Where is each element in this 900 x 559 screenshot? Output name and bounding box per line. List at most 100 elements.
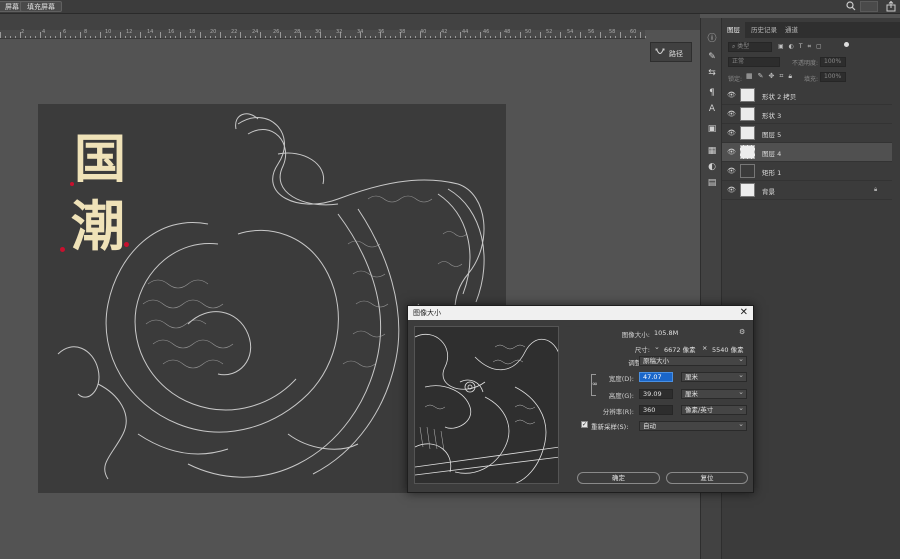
- ruler-tick: [305, 36, 306, 38]
- ruler-label: 34: [357, 29, 364, 35]
- layer-row[interactable]: 👁︎ 形状 2 拷贝: [722, 86, 892, 105]
- tab-layers[interactable]: 图层: [722, 22, 745, 38]
- title-char-1: 国: [73, 129, 126, 190]
- workspace-button[interactable]: [860, 1, 878, 12]
- width-input[interactable]: 47.07: [639, 372, 673, 382]
- layer-row[interactable]: 👁︎ 形状 3: [722, 105, 892, 124]
- resolution-unit-select[interactable]: 像素/英寸: [681, 404, 747, 415]
- height-unit-select[interactable]: 厘米: [681, 388, 747, 399]
- lock-transparent-icon[interactable]: ▦: [746, 72, 753, 81]
- ruler-tick: [180, 32, 181, 38]
- ruler-tick: [465, 36, 466, 38]
- tab-history[interactable]: 历史记录: [746, 22, 782, 38]
- width-unit-select[interactable]: 厘米: [681, 371, 747, 382]
- ruler-tick: [430, 36, 431, 38]
- character-icon[interactable]: A: [704, 102, 720, 116]
- fit-to-select[interactable]: 原稿大小: [639, 355, 747, 366]
- library-icon[interactable]: ▣: [704, 122, 720, 136]
- visibility-eye-icon[interactable]: 👁︎: [727, 148, 736, 156]
- dimensions-label: 尺寸:: [634, 346, 650, 354]
- ruler-tick: [495, 36, 496, 38]
- ruler-label: 50: [525, 29, 532, 35]
- ruler-label: 2: [21, 29, 25, 35]
- layer-name: 形状 2 拷贝: [762, 93, 797, 101]
- layer-kind-filter[interactable]: ⌕ 类型: [728, 42, 772, 52]
- dialog-title-bar[interactable]: 图像大小: [408, 306, 753, 320]
- ruler-tick: [530, 36, 531, 38]
- visibility-eye-icon[interactable]: 👁︎: [727, 110, 736, 118]
- ruler-tick: [500, 32, 501, 38]
- fill-screen-button[interactable]: 填充屏幕: [20, 1, 62, 12]
- ruler-tick: [555, 36, 556, 38]
- layer-name: 矩形 1: [762, 169, 782, 177]
- visibility-eye-icon[interactable]: 👁︎: [727, 167, 736, 175]
- preview-thumbnail[interactable]: [414, 326, 559, 484]
- layer-row[interactable]: 👁︎ 背景 🔒︎: [722, 181, 892, 200]
- close-icon[interactable]: ✕: [740, 306, 748, 320]
- lock-all-icon[interactable]: 🔒︎: [788, 72, 792, 81]
- ruler-tick: [595, 36, 596, 38]
- lock-paint-icon[interactable]: ✎: [758, 72, 764, 81]
- ruler-tick: [565, 36, 566, 38]
- resample-checkbox[interactable]: ✓: [581, 421, 588, 428]
- lock-artboard-icon[interactable]: ⌗: [779, 72, 783, 81]
- ruler-tick: [390, 36, 391, 38]
- ruler-tick: [40, 32, 41, 38]
- shape-filter-icon[interactable]: ⌗: [808, 43, 811, 51]
- height-input[interactable]: 39.09: [639, 389, 673, 399]
- opacity-input[interactable]: 100%: [820, 57, 846, 67]
- adjustment-filter-icon[interactable]: ◐: [789, 43, 794, 51]
- grid-icon[interactable]: ▦: [704, 144, 720, 158]
- opacity-label: 不透明度:: [792, 60, 819, 67]
- paragraph-icon[interactable]: ¶: [704, 86, 720, 100]
- layer-thumbnail: [740, 107, 755, 121]
- ruler-label: 26: [273, 29, 280, 35]
- layer-row[interactable]: 👁︎ 图层 5: [722, 124, 892, 143]
- ruler-tick: [125, 36, 126, 38]
- info-icon[interactable]: ⓘ: [704, 30, 720, 44]
- ruler-label: 38: [399, 29, 406, 35]
- swatches-icon[interactable]: ▤: [704, 176, 720, 190]
- pixel-filter-icon[interactable]: ▣: [778, 43, 784, 51]
- gear-icon[interactable]: ⚙: [739, 328, 745, 336]
- brush-icon[interactable]: ✎: [704, 50, 720, 64]
- lock-move-icon[interactable]: ✥: [769, 72, 775, 81]
- resample-select[interactable]: 自动: [639, 420, 747, 431]
- ruler-tick: [250, 36, 251, 38]
- tab-channels[interactable]: 通道: [780, 22, 803, 38]
- ruler-tick: [450, 36, 451, 38]
- ruler-tick: [540, 32, 541, 38]
- filter-toggle-icon[interactable]: [844, 42, 849, 47]
- search-icon[interactable]: [846, 1, 856, 14]
- layer-row-selected[interactable]: 👁︎ 图层 4: [722, 143, 892, 162]
- visibility-eye-icon[interactable]: 👁︎: [727, 129, 736, 137]
- ruler-tick: [60, 32, 61, 38]
- ruler-tick: [535, 36, 536, 38]
- ok-button[interactable]: 确定: [577, 472, 660, 484]
- ruler-tick: [165, 36, 166, 38]
- ruler-label: 16: [168, 29, 175, 35]
- type-filter-icon[interactable]: T: [799, 43, 803, 51]
- smart-filter-icon[interactable]: ▢: [816, 43, 822, 51]
- fill-input[interactable]: 100%: [820, 72, 846, 82]
- color-icon[interactable]: ◐: [704, 160, 720, 174]
- paths-panel-button[interactable]: 路径: [650, 42, 692, 62]
- ruler-tick: [100, 32, 101, 38]
- visibility-eye-icon[interactable]: 👁︎: [727, 186, 736, 194]
- ruler-tick: [630, 36, 631, 38]
- resolution-input[interactable]: 360: [639, 405, 673, 415]
- ruler-label: 40: [420, 29, 427, 35]
- ruler-tick: [155, 36, 156, 38]
- visibility-eye-icon[interactable]: 👁︎: [727, 91, 736, 99]
- ruler-tick: [395, 36, 396, 38]
- chevron-down-icon[interactable]: ⌄: [654, 343, 660, 351]
- ruler-label: 10: [105, 29, 112, 35]
- adjust-icon[interactable]: ⇆: [704, 66, 720, 80]
- ruler-tick: [640, 32, 641, 38]
- reset-button[interactable]: 复位: [666, 472, 748, 484]
- share-icon[interactable]: [886, 0, 896, 14]
- ruler-tick: [120, 32, 121, 38]
- ruler-tick: [215, 36, 216, 38]
- blend-mode-select[interactable]: 正常: [728, 57, 780, 67]
- layer-row[interactable]: 👁︎ 矩形 1: [722, 162, 892, 181]
